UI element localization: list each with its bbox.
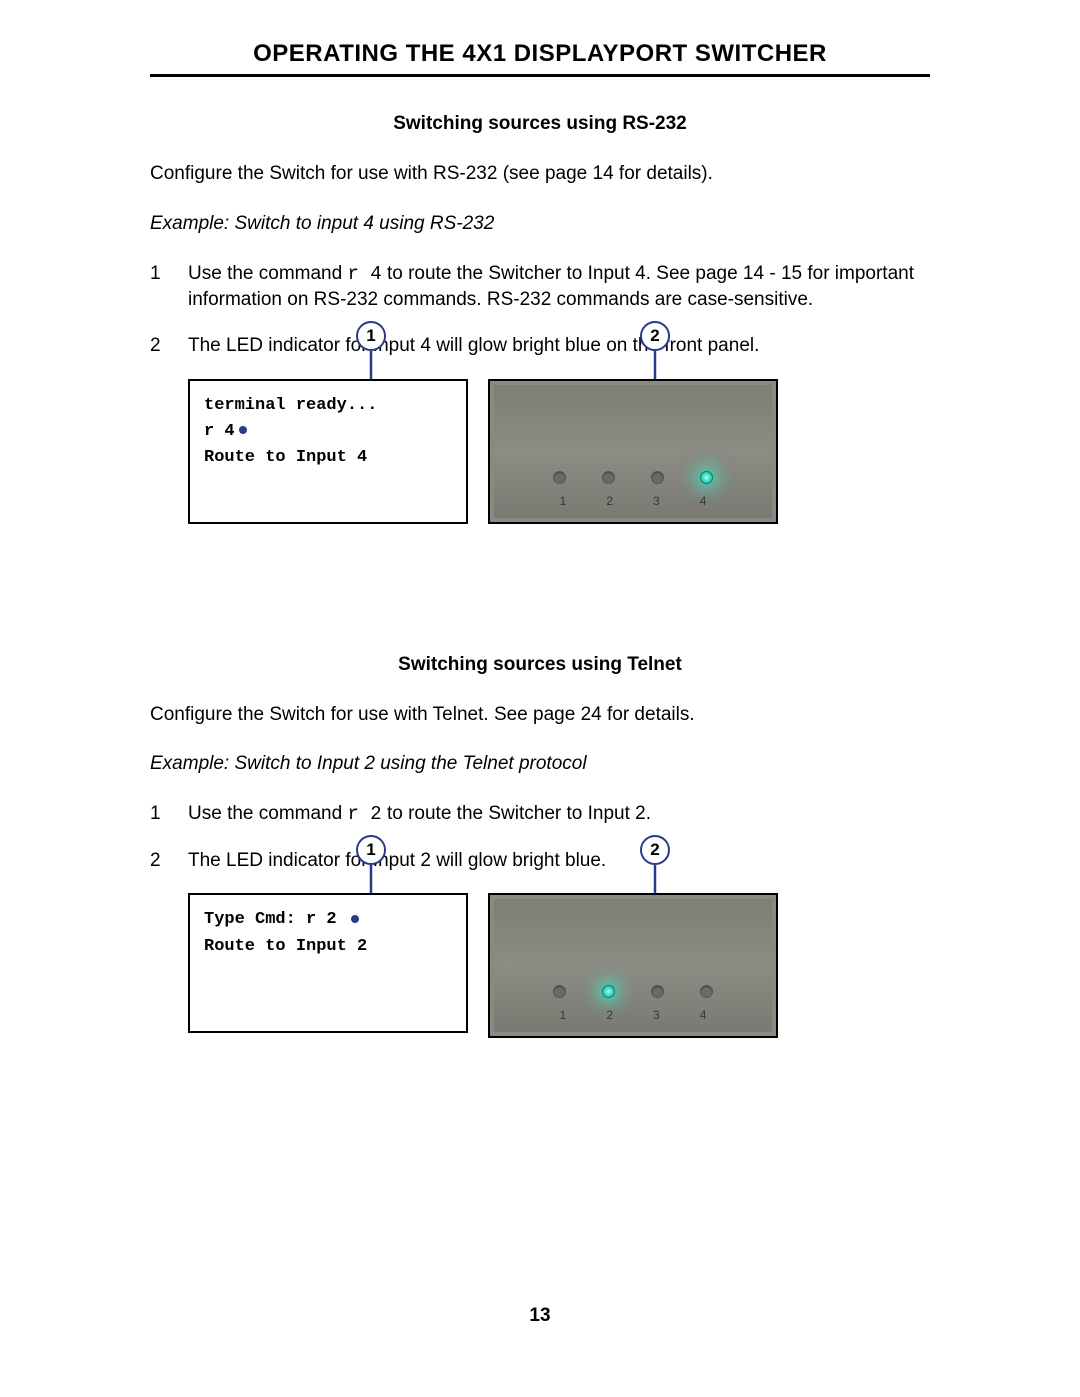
led-row [490, 985, 776, 998]
page-number: 13 [0, 1305, 1080, 1327]
section1-example: Example: Switch to input 4 using RS-232 [150, 213, 930, 235]
step-number: 2 [150, 848, 188, 874]
terminal-box: Type Cmd: r 2 Route to Input 2 [188, 893, 468, 1033]
callout-2-badge: 2 [640, 321, 670, 351]
terminal-line-2: r 4 [204, 419, 452, 445]
step-text: The LED indicator for Input 2 will glow … [188, 848, 930, 874]
step1-cmd: r 2 [347, 803, 381, 825]
led-3 [651, 985, 664, 998]
section2-diagram: 1 Type Cmd: r 2 Route to Input 2 2 [188, 893, 930, 1038]
step1-pre: Use the command [188, 803, 347, 824]
led-label-4: 4 [700, 1008, 707, 1022]
step1-cmd: r 4 [347, 263, 381, 285]
step-text: Use the command r 2 to route the Switche… [188, 801, 930, 828]
led-label-1: 1 [560, 1008, 567, 1022]
page-title: OPERATING THE 4X1 DISPLAYPORT SWITCHER [150, 40, 930, 68]
led-label-1: 1 [560, 494, 567, 508]
callout-1-badge: 1 [356, 321, 386, 351]
section1-heading: Switching sources using RS-232 [150, 113, 930, 135]
title-rule [150, 74, 930, 77]
step-text: Use the command r 4 to route the Switche… [188, 261, 930, 313]
section2-step1: 1 Use the command r 2 to route the Switc… [150, 801, 930, 828]
section1-intro: Configure the Switch for use with RS-232… [150, 161, 930, 187]
terminal-wrap: 1 terminal ready... r 4 Route to Input 4 [188, 379, 468, 524]
led-label-2: 2 [606, 1008, 613, 1022]
led-3 [651, 471, 664, 484]
section1-diagram: 1 terminal ready... r 4 Route to Input 4… [188, 379, 930, 524]
device-panel: 1 2 3 4 [488, 379, 778, 524]
led-label-4: 4 [700, 494, 707, 508]
device-wrap: 2 1 2 3 4 [488, 379, 778, 524]
led-label-2: 2 [606, 494, 613, 508]
led-2 [602, 471, 615, 484]
led-2 [602, 985, 615, 998]
step-number: 1 [150, 261, 188, 313]
step1-pre: Use the command [188, 263, 347, 284]
terminal-line-2-text: r 4 [204, 422, 235, 441]
led-4 [700, 471, 713, 484]
terminal-wrap: 1 Type Cmd: r 2 Route to Input 2 [188, 893, 468, 1038]
led-1 [553, 985, 566, 998]
step-text: The LED indicator for Input 4 will glow … [188, 333, 930, 359]
section1-step1: 1 Use the command r 4 to route the Switc… [150, 261, 930, 313]
device-panel: 1 2 3 4 [488, 893, 778, 1038]
terminal-line-3: Route to Input 4 [204, 445, 452, 471]
section2-example: Example: Switch to Input 2 using the Tel… [150, 753, 930, 775]
led-4 [700, 985, 713, 998]
terminal-line-1-text: Type Cmd: r 2 [204, 910, 337, 929]
step1-post: to route the Switcher to Input 2. [382, 803, 651, 824]
led-label-3: 3 [653, 494, 660, 508]
device-wrap: 2 1 2 3 4 [488, 893, 778, 1038]
led-label-3: 3 [653, 1008, 660, 1022]
terminal-line-1: Type Cmd: r 2 [204, 907, 452, 933]
terminal-line-1: terminal ready... [204, 393, 452, 419]
led-labels: 1 2 3 4 [490, 494, 776, 508]
led-labels: 1 2 3 4 [490, 1008, 776, 1022]
step-number: 1 [150, 801, 188, 828]
step-number: 2 [150, 333, 188, 359]
bullet-dot-icon [351, 915, 359, 923]
section2-step2: 2 The LED indicator for Input 2 will glo… [150, 848, 930, 874]
led-1 [553, 471, 566, 484]
section2-intro: Configure the Switch for use with Telnet… [150, 702, 930, 728]
terminal-line-3: Route to Input 2 [204, 934, 452, 960]
section1-step2: 2 The LED indicator for Input 4 will glo… [150, 333, 930, 359]
section2-heading: Switching sources using Telnet [150, 654, 930, 676]
terminal-box: terminal ready... r 4 Route to Input 4 [188, 379, 468, 524]
led-row [490, 471, 776, 484]
bullet-dot-icon [239, 426, 247, 434]
